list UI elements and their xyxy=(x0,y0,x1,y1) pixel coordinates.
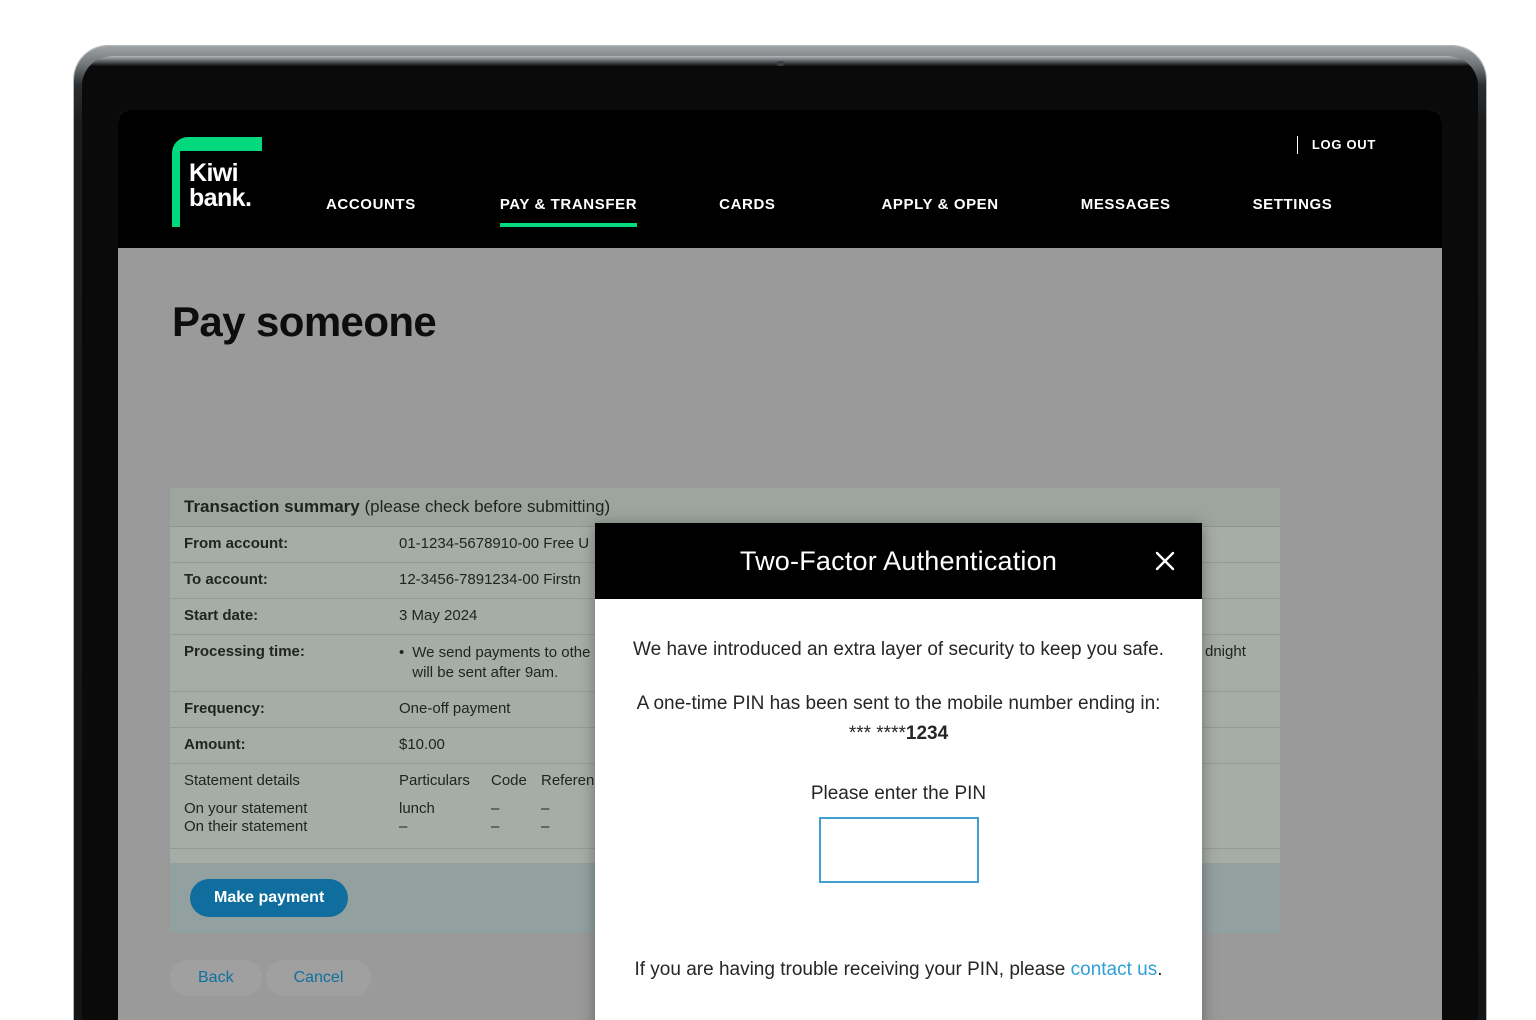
footer-prefix: If you are having trouble receiving your… xyxy=(634,959,1071,980)
browser-viewport: Kiwi bank. LOG OUT ACCOUNTS PAY & TRANSF… xyxy=(118,110,1442,1020)
make-payment-button[interactable]: Make payment xyxy=(190,879,349,917)
page-content: Pay someone Transaction summary (please … xyxy=(118,248,1442,1020)
processing-clipped-tail: dnight xyxy=(1205,643,1246,660)
two-factor-authentication-modal: Two-Factor Authentication We have introd… xyxy=(595,523,1202,1020)
nav-item-accounts[interactable]: ACCOUNTS xyxy=(326,196,416,227)
statement-row-your-label: On your statement xyxy=(184,800,308,817)
label-to-account: To account: xyxy=(184,571,268,588)
modal-title: Two-Factor Authentication xyxy=(739,545,1058,576)
label-processing-time: Processing time: xyxy=(184,643,305,660)
modal-body: We have introduced an extra layer of sec… xyxy=(595,599,1202,981)
label-amount: Amount: xyxy=(184,736,246,753)
statement-row-your-code: – xyxy=(491,800,500,817)
back-button[interactable]: Back xyxy=(170,960,262,996)
processing-line-2: will be sent after 9am. xyxy=(412,664,559,681)
nav-label-settings: SETTINGS xyxy=(1252,196,1333,213)
pin-input[interactable] xyxy=(818,817,979,883)
summary-header-bold: Transaction summary xyxy=(184,497,360,516)
cancel-button[interactable]: Cancel xyxy=(265,960,372,996)
logout-label: LOG OUT xyxy=(1311,137,1376,152)
pin-field-label: Please enter the PIN xyxy=(810,783,987,804)
nav-item-apply-and-open[interactable]: APPLY & OPEN xyxy=(881,196,998,227)
footer-suffix: . xyxy=(1157,959,1163,980)
nav-label-cards: CARDS xyxy=(719,196,776,213)
camera-icon xyxy=(777,61,784,66)
nav-underline-pay-and-transfer xyxy=(499,223,638,227)
close-icon[interactable] xyxy=(1150,546,1180,576)
processing-bullet-text: We send payments to othe will be sent af… xyxy=(412,643,590,683)
column-particulars: Particulars xyxy=(399,772,470,789)
masked-digits: 1234 xyxy=(905,723,949,744)
label-start-date: Start date: xyxy=(184,607,259,624)
nav-label-apply-and-open: APPLY & OPEN xyxy=(881,196,999,213)
modal-sent-to-text: A one-time PIN has been sent to the mobi… xyxy=(636,693,1161,714)
masked-mobile-number: *** ****1234 xyxy=(625,723,1172,745)
primary-navigation: ACCOUNTS PAY & TRANSFER CARDS APPLY & OP… xyxy=(118,196,1442,248)
screenshot-root: Kiwi bank. LOG OUT ACCOUNTS PAY & TRANSF… xyxy=(0,0,1536,1020)
nav-item-messages[interactable]: MESSAGES xyxy=(1081,196,1171,227)
processing-line-1: We send payments to othe xyxy=(412,644,591,661)
nav-label-messages: MESSAGES xyxy=(1080,196,1171,213)
modal-footer-help: If you are having trouble receiving your… xyxy=(625,959,1172,981)
label-from-account: From account: xyxy=(184,535,289,552)
nav-item-settings[interactable]: SETTINGS xyxy=(1253,196,1333,227)
nav-label-accounts: ACCOUNTS xyxy=(326,196,416,213)
transaction-summary-header: Transaction summary (please check before… xyxy=(170,488,1280,527)
modal-header: Two-Factor Authentication xyxy=(595,523,1202,599)
modal-intro-text: We have introduced an extra layer of sec… xyxy=(633,639,1164,660)
nav-item-cards[interactable]: CARDS xyxy=(719,196,775,227)
site-header: Kiwi bank. LOG OUT ACCOUNTS PAY & TRANSF… xyxy=(118,110,1442,248)
label-frequency: Frequency: xyxy=(184,700,265,717)
bullet-dot-icon: • xyxy=(399,644,405,661)
masked-prefix: *** **** xyxy=(848,723,906,744)
contact-us-link[interactable]: contact us xyxy=(1071,959,1158,980)
statement-row-your-particulars: lunch xyxy=(399,800,435,817)
column-code: Code xyxy=(491,772,527,789)
logo-line-1: Kiwi xyxy=(189,159,239,187)
statement-row-their-code: – xyxy=(491,818,500,835)
nav-item-pay-and-transfer[interactable]: PAY & TRANSFER xyxy=(499,196,638,227)
statement-row-their-label: On their statement xyxy=(184,818,308,835)
logout-button[interactable]: LOG OUT xyxy=(1296,136,1376,154)
page-title: Pay someone xyxy=(172,298,437,346)
nav-label-pay-and-transfer: PAY & TRANSFER xyxy=(499,196,638,213)
statement-row-their-particulars: – xyxy=(399,818,408,835)
label-statement-details: Statement details xyxy=(184,772,300,789)
summary-header-rest: (please check before submitting) xyxy=(359,497,611,516)
secondary-actions: Back Cancel xyxy=(170,960,375,996)
